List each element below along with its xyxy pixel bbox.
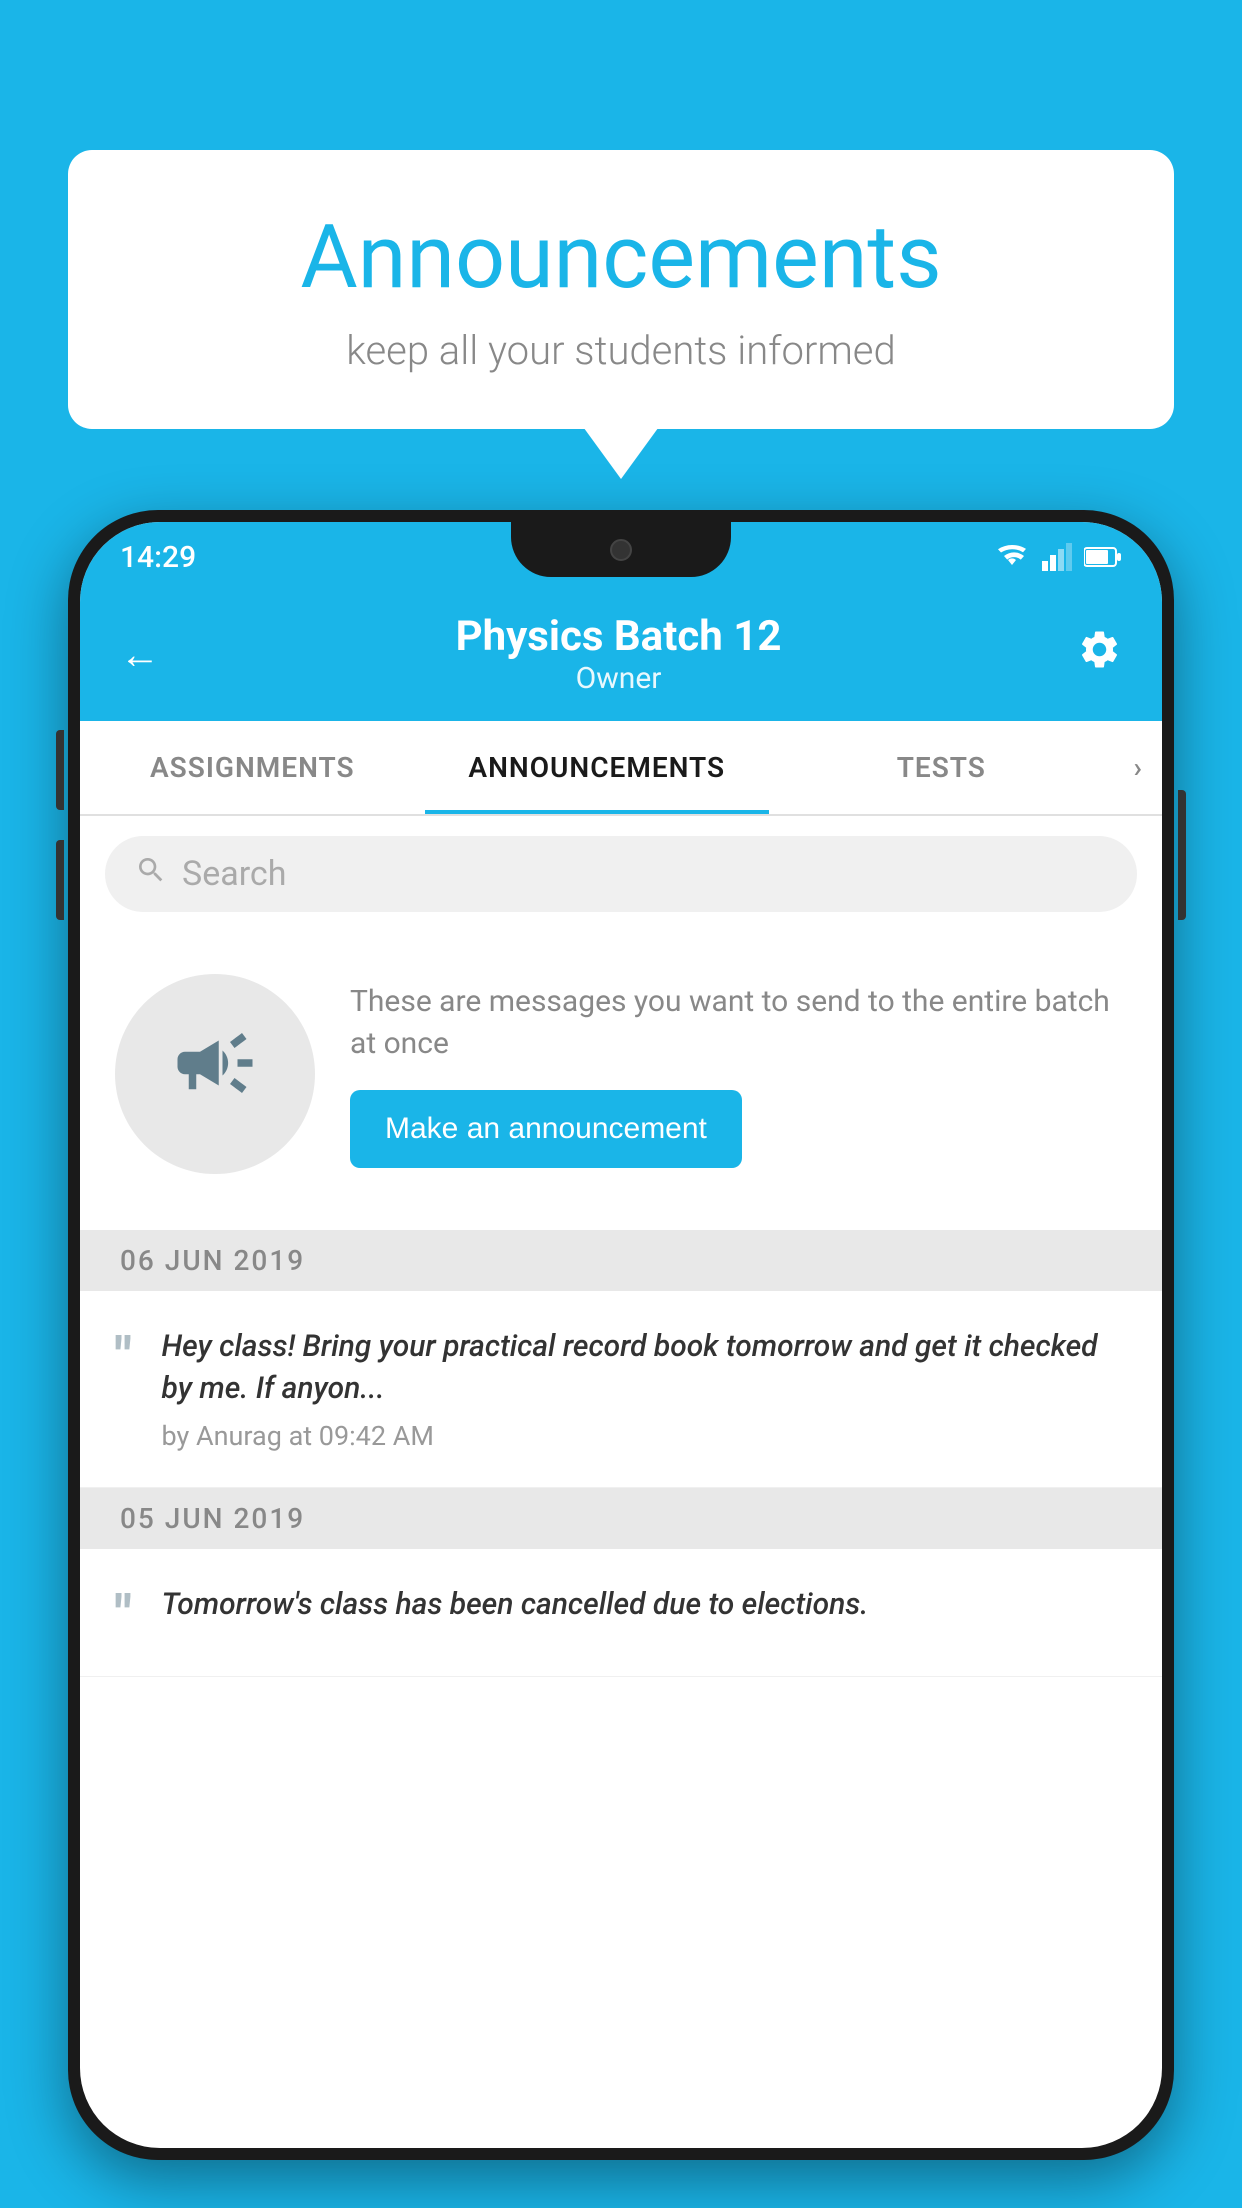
phone-wrapper: 14:29: [68, 510, 1174, 2208]
tab-more[interactable]: ›: [1114, 721, 1162, 814]
search-bar[interactable]: Search: [105, 836, 1137, 912]
bubble-title: Announcements: [108, 210, 1134, 307]
announcement-prompt: These are messages you want to send to t…: [80, 934, 1162, 1214]
signal-icon: [1042, 543, 1072, 571]
phone-frame: 14:29: [68, 510, 1174, 2160]
bubble-subtitle: keep all your students informed: [108, 327, 1134, 374]
megaphone-circle: [115, 974, 315, 1174]
quote-icon-1: ": [115, 1331, 132, 1383]
status-icons: [994, 543, 1122, 571]
volume-up-button: [56, 730, 64, 810]
app-header: ← Physics Batch 12 Owner: [80, 592, 1162, 721]
quote-icon-2: ": [115, 1589, 132, 1641]
date-separator-1: 06 JUN 2019: [80, 1230, 1162, 1291]
back-button[interactable]: ←: [120, 631, 160, 678]
date-separator-2: 05 JUN 2019: [80, 1488, 1162, 1549]
search-placeholder: Search: [182, 854, 286, 894]
message-text-2: Tomorrow's class has been cancelled due …: [162, 1584, 1127, 1626]
message-item-1[interactable]: " Hey class! Bring your practical record…: [80, 1291, 1162, 1488]
prompt-right: These are messages you want to send to t…: [350, 981, 1127, 1168]
search-icon: [135, 854, 167, 894]
make-announcement-button[interactable]: Make an announcement: [350, 1090, 742, 1168]
tabs-row: ASSIGNMENTS ANNOUNCEMENTS TESTS ›: [80, 721, 1162, 816]
speech-bubble: Announcements keep all your students inf…: [68, 150, 1174, 429]
megaphone-icon: [170, 1018, 260, 1130]
phone-screen: 14:29: [80, 522, 1162, 2148]
header-subtitle: Owner: [160, 661, 1077, 696]
message-text-1: Hey class! Bring your practical record b…: [162, 1326, 1127, 1410]
tab-tests[interactable]: TESTS: [769, 721, 1114, 814]
settings-icon[interactable]: [1077, 627, 1122, 682]
phone-notch: [511, 522, 731, 577]
status-time: 14:29: [120, 540, 196, 575]
tab-assignments[interactable]: ASSIGNMENTS: [80, 721, 425, 814]
message-content-2: Tomorrow's class has been cancelled due …: [162, 1584, 1127, 1636]
message-content-1: Hey class! Bring your practical record b…: [162, 1326, 1127, 1452]
volume-down-button: [56, 840, 64, 920]
prompt-description: These are messages you want to send to t…: [350, 981, 1127, 1065]
search-bar-container: Search: [80, 816, 1162, 932]
camera-dot: [610, 539, 632, 561]
power-button: [1178, 790, 1186, 920]
message-author-1: by Anurag at 09:42 AM: [162, 1420, 1127, 1452]
date-label-1: 06 JUN 2019: [120, 1244, 305, 1277]
speech-bubble-section: Announcements keep all your students inf…: [68, 150, 1174, 429]
tab-announcements[interactable]: ANNOUNCEMENTS: [425, 721, 770, 814]
header-center: Physics Batch 12 Owner: [160, 612, 1077, 696]
wifi-icon: [994, 543, 1030, 571]
message-item-2[interactable]: " Tomorrow's class has been cancelled du…: [80, 1549, 1162, 1677]
battery-icon: [1084, 546, 1122, 568]
date-label-2: 05 JUN 2019: [120, 1502, 305, 1535]
header-title: Physics Batch 12: [160, 612, 1077, 661]
